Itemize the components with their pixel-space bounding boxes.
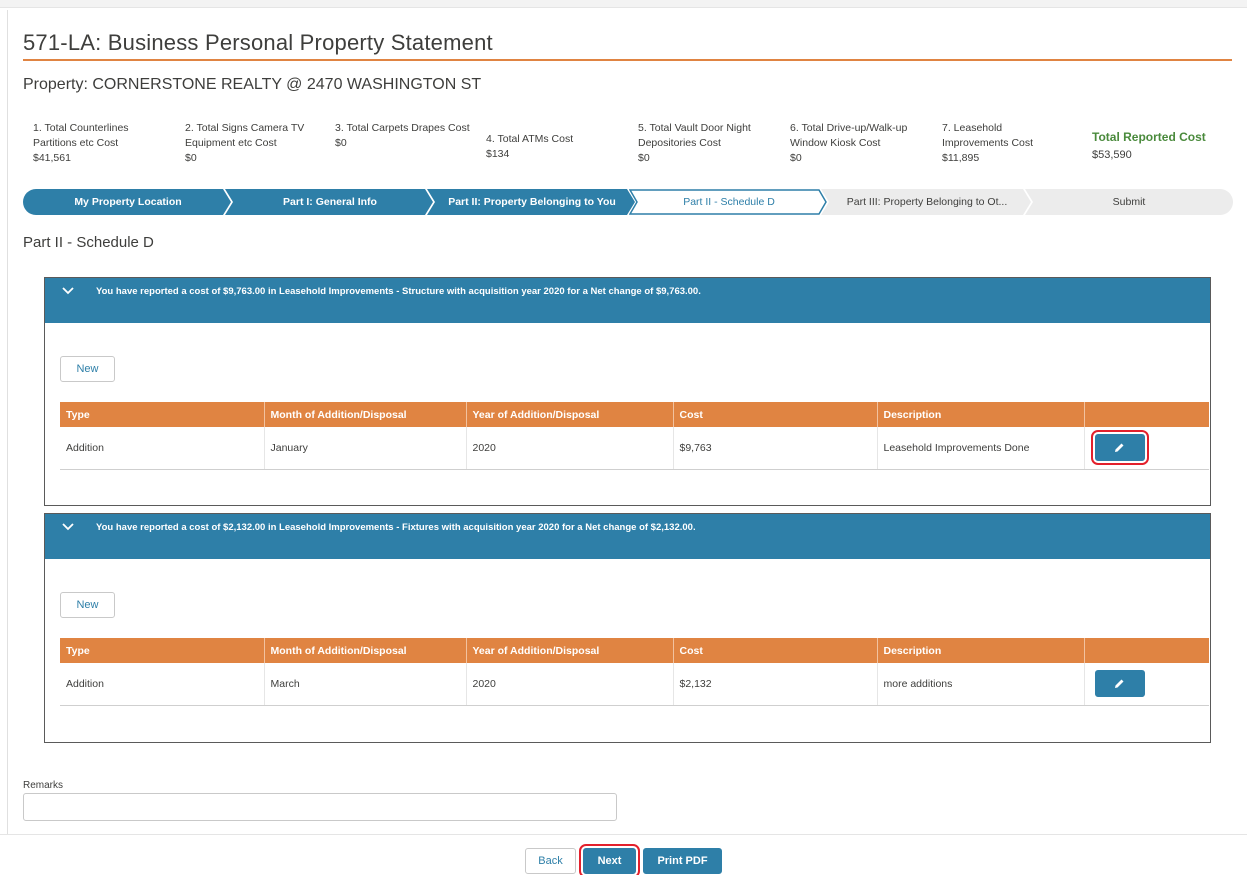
title-divider	[23, 59, 1232, 61]
summary-value: $0	[185, 152, 197, 164]
path-step-label: Part I: General Info	[283, 196, 377, 208]
column-header-month: Month of Addition/Disposal	[264, 402, 467, 427]
summary-label: 3. Total Carpets Drapes Cost	[335, 122, 470, 134]
column-header-description: Description	[877, 638, 1085, 663]
back-button[interactable]: Back	[525, 848, 576, 874]
summary-label: 5. Total Vault Door Night Depositories C…	[638, 122, 751, 149]
column-header-description: Description	[877, 402, 1085, 427]
summary-item-counterlines: 1. Total Counterlines Partitions etc Cos…	[33, 121, 173, 166]
edit-row-button[interactable]	[1090, 430, 1149, 466]
cell-description: more additions	[877, 663, 1085, 706]
summary-item-vault: 5. Total Vault Door Night Depositories C…	[638, 121, 778, 166]
accordion-summary-text: You have reported a cost of $9,763.00 in…	[96, 286, 701, 297]
top-strip	[0, 0, 1247, 8]
cell-type: Addition	[60, 663, 265, 706]
cell-month: January	[264, 427, 467, 470]
summary-item-total: Total Reported Cost $53,590	[1092, 130, 1232, 163]
summary-value: $41,561	[33, 152, 71, 164]
path-step-label: Submit	[1112, 196, 1146, 208]
cell-year: 2020	[466, 663, 674, 706]
summary-label: 7. Leasehold Improvements Cost	[942, 122, 1034, 149]
progress-path: My Property Location Part I: General Inf…	[23, 189, 1233, 215]
pencil-icon	[1115, 443, 1124, 453]
table-row: Addition March 2020 $2,132 more addition…	[60, 663, 1209, 706]
column-header-cost: Cost	[673, 402, 878, 427]
path-step-submit[interactable]: Submit	[1025, 189, 1233, 215]
path-step-label: My Property Location	[74, 196, 182, 208]
cell-cost: $2,132	[673, 663, 878, 706]
table-header-row: Type Month of Addition/Disposal Year of …	[60, 402, 1209, 427]
new-button[interactable]: New	[60, 356, 115, 382]
column-header-cost: Cost	[673, 638, 878, 663]
path-step-label: Part II: Property Belonging to You	[448, 196, 616, 208]
summary-value: $0	[335, 137, 347, 149]
print-pdf-button[interactable]: Print PDF	[643, 848, 722, 874]
cell-actions	[1084, 427, 1209, 470]
path-step-my-property-location[interactable]: My Property Location	[23, 189, 233, 215]
path-step-label: Part III: Property Belonging to Ot...	[846, 196, 1008, 208]
schedule-d-table: Type Month of Addition/Disposal Year of …	[60, 402, 1209, 470]
path-step-label: Part II - Schedule D	[683, 196, 775, 208]
summary-value: $0	[790, 152, 802, 164]
cell-description: Leasehold Improvements Done	[877, 427, 1085, 470]
section-title: Part II - Schedule D	[23, 234, 154, 251]
summary-item-signs: 2. Total Signs Camera TV Equipment etc C…	[185, 121, 315, 166]
column-header-actions	[1084, 638, 1209, 663]
accordion-header[interactable]: You have reported a cost of $9,763.00 in…	[45, 278, 1210, 323]
path-step-property-belonging-to-you[interactable]: Part II: Property Belonging to You	[427, 189, 637, 215]
cell-cost: $9,763	[673, 427, 878, 470]
summary-item-drive-up: 6. Total Drive-up/Walk-up Window Kiosk C…	[790, 121, 920, 166]
page-title: 571-LA: Business Personal Property State…	[23, 30, 493, 55]
summary-label: 2. Total Signs Camera TV Equipment etc C…	[185, 122, 305, 149]
accordion-summary-text: You have reported a cost of $2,132.00 in…	[96, 522, 696, 533]
path-step-general-info[interactable]: Part I: General Info	[225, 189, 435, 215]
column-header-month: Month of Addition/Disposal	[264, 638, 467, 663]
path-step-schedule-d[interactable]: Part II - Schedule D	[629, 189, 829, 215]
next-button[interactable]: Next	[579, 844, 640, 875]
chevron-down-icon[interactable]	[62, 522, 80, 534]
cell-actions	[1084, 663, 1209, 706]
summary-item-atms: 4. Total ATMs Cost $134	[486, 132, 626, 162]
path-step-property-belonging-to-others[interactable]: Part III: Property Belonging to Ot...	[821, 189, 1033, 215]
column-header-type: Type	[60, 402, 265, 427]
edit-row-button[interactable]	[1094, 670, 1145, 698]
remarks-label: Remarks	[23, 780, 64, 791]
cell-year: 2020	[466, 427, 674, 470]
column-header-year: Year of Addition/Disposal	[466, 402, 674, 427]
schedule-d-table: Type Month of Addition/Disposal Year of …	[60, 638, 1209, 706]
table-row: Addition January 2020 $9,763 Leasehold I…	[60, 427, 1209, 470]
total-reported-cost-value: $53,590	[1092, 149, 1132, 161]
schedule-d-accordion-fixtures: You have reported a cost of $2,132.00 in…	[44, 513, 1211, 743]
summary-label: 1. Total Counterlines Partitions etc Cos…	[33, 122, 129, 149]
accordion-header[interactable]: You have reported a cost of $2,132.00 in…	[45, 514, 1210, 559]
summary-label: 6. Total Drive-up/Walk-up Window Kiosk C…	[790, 122, 908, 149]
summary-item-leasehold: 7. Leasehold Improvements Cost $11,895	[942, 121, 1062, 166]
summary-label: 4. Total ATMs Cost	[486, 133, 574, 145]
pencil-icon	[1115, 679, 1124, 689]
schedule-d-accordion-structure: You have reported a cost of $9,763.00 in…	[44, 277, 1211, 506]
remarks-field[interactable]	[23, 793, 617, 821]
column-header-type: Type	[60, 638, 265, 663]
column-header-year: Year of Addition/Disposal	[466, 638, 674, 663]
column-header-actions	[1084, 402, 1209, 427]
summary-value: $11,895	[942, 152, 980, 164]
chevron-down-icon[interactable]	[62, 286, 80, 298]
total-reported-cost-label: Total Reported Cost	[1092, 130, 1206, 144]
summary-item-carpets: 3. Total Carpets Drapes Cost $0	[335, 121, 470, 151]
summary-value: $0	[638, 152, 650, 164]
cell-month: March	[264, 663, 467, 706]
property-name: Property: CORNERSTONE REALTY @ 2470 WASH…	[23, 76, 482, 93]
summary-value: $134	[486, 148, 510, 160]
cell-type: Addition	[60, 427, 265, 470]
new-button[interactable]: New	[60, 592, 115, 618]
table-header-row: Type Month of Addition/Disposal Year of …	[60, 638, 1209, 663]
